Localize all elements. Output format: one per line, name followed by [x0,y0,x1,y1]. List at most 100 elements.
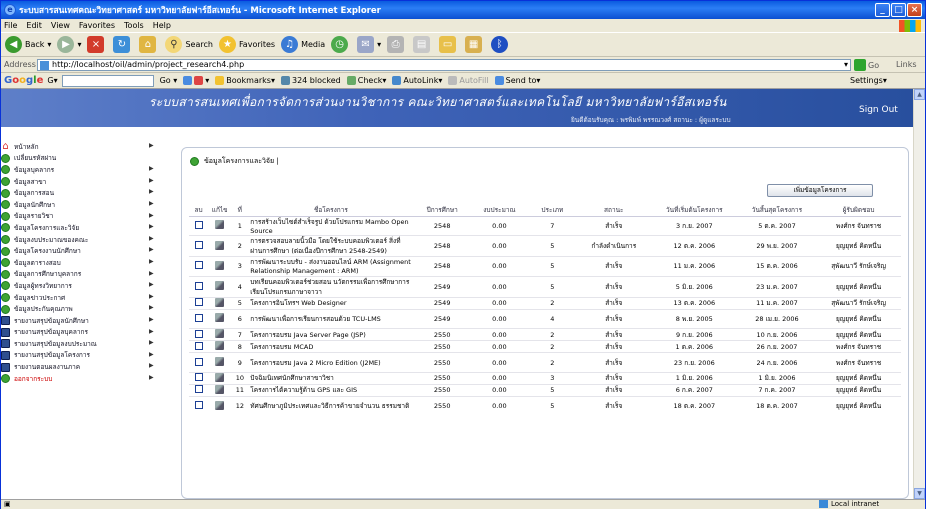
column-header: ที่ [231,205,249,217]
history-button[interactable]: ◷ [331,36,351,53]
sidebar-item[interactable]: ⌂ หน้าหลัก ▶ [1,141,157,153]
edit-pencil-icon[interactable] [215,357,225,367]
edit-pencil-icon[interactable] [215,313,225,323]
sidebar-item[interactable]: ข้อมูลการสอน ▶ [1,187,157,199]
bullet-icon [1,235,10,245]
edit-pencil-icon[interactable] [215,372,225,382]
sidebar-item[interactable]: ข้อมูลผู้ทรงวิทยาการ ▶ [1,280,157,292]
back-button[interactable]: ◀ Back ▾ [5,36,51,53]
sidebar-item-label: เปลี่ยนรหัสผ่าน [14,154,57,163]
menu-item-edit[interactable]: Edit [26,21,42,30]
edit-pencil-icon[interactable] [215,384,225,394]
sidebar-item[interactable]: รายงานสรุปข้อมูลงบประมาณ ▶ [1,338,157,350]
academic-year: 2549 [413,275,471,298]
academic-year: 2550 [413,395,471,416]
forward-button[interactable]: ▶ ▾ [57,36,81,53]
print-button[interactable]: ⎙ [387,36,407,53]
sidebar-item[interactable]: รายงานสรุปข้อมูลบุคลากร ▶ [1,327,157,339]
mail-button[interactable]: ✉ ▾ [357,36,381,53]
sidebar-item[interactable]: ข้อมูลประกันคุณภาพ ▶ [1,303,157,315]
add-project-button[interactable]: เพิ่มข้อมูลโครงการ [767,184,873,197]
delete-checkbox[interactable] [194,220,203,229]
sidebar-item[interactable]: รายงานสรุปข้อมูลนักศึกษา ▶ [1,315,157,327]
vertical-scrollbar[interactable]: ▲ ▼ [913,89,925,499]
menu-item-help[interactable]: Help [153,21,171,30]
sidebar-item[interactable]: เปลี่ยนรหัสผ่าน [1,153,157,165]
bullet-icon [1,304,10,314]
sidebar-item[interactable]: ข้อมูลบุคลากร ▶ [1,164,157,176]
edit-page-icon: ▤ [413,36,431,53]
google-icons[interactable]: ▾ [183,76,209,85]
popup-blocked-button[interactable]: 324 blocked [280,76,341,85]
sidebar-item[interactable]: รายงานสรุปข้อมูลโครงการ ▶ [1,350,157,362]
table-row: 5 โครงการอินโทรฯ Web Designer 2549 0.00 2 สำเ… [189,296,901,310]
close-button[interactable]: × [907,3,922,17]
edit-pencil-icon[interactable] [215,329,225,339]
go-button[interactable]: Go [854,59,879,71]
edit-pencil-icon[interactable] [215,240,225,250]
sidebar-item[interactable]: ข้อมูลตารางสอบ ▶ [1,257,157,269]
google-go-button[interactable]: Go ▾ [160,76,178,85]
delete-checkbox[interactable] [194,261,203,270]
edit-pencil-icon[interactable] [215,260,225,270]
messenger-button[interactable]: ▦ [465,36,485,53]
delete-checkbox[interactable] [194,281,203,290]
sidebar-item[interactable]: ข้อมูลโครงการและวิจัย ▶ [1,222,157,234]
panel-title: ข้อมูลโครงการและวิจัย | [204,157,279,165]
delete-checkbox[interactable] [194,241,203,250]
project-name: ปัจฉิมนิเทศนักศึกษาสาขาวิชา [248,371,414,385]
ie-logo-icon: e [4,4,16,16]
autofill-button[interactable]: AutoFill [448,76,489,85]
bluetooth-button[interactable]: ᛒ [491,36,511,53]
stop-button[interactable]: × [87,36,107,53]
sidebar-item[interactable]: ข้อมูลสาขา ▶ [1,176,157,188]
sign-out-link[interactable]: Sign Out [859,105,898,115]
sidebar-item[interactable]: ข้อมูลรายวิชา ▶ [1,211,157,223]
google-settings-button[interactable]: Settings▾ [850,76,887,85]
delete-checkbox[interactable] [194,298,203,307]
bookmarks-button[interactable]: Bookmarks ▾ [215,76,275,85]
refresh-button[interactable]: ↻ [113,36,133,53]
media-button[interactable]: ♫ Media [281,36,325,53]
delete-checkbox[interactable] [194,373,203,382]
folder-button[interactable]: ▭ [439,36,459,53]
sidebar-item[interactable]: ข้อมูลการศึกษาบุคลากร ▶ [1,269,157,281]
sidebar-item[interactable]: ข้อมูลข่าวประกาศ ▶ [1,292,157,304]
menu-item-view[interactable]: View [51,21,70,30]
edit-pencil-icon[interactable] [215,400,225,410]
menu-item-tools[interactable]: Tools [124,21,144,30]
menu-item-favorites[interactable]: Favorites [79,21,115,30]
column-header: วันที่เริ่มต้นโครงการ [650,205,738,217]
maximize-button[interactable]: □ [891,3,906,17]
address-input[interactable]: http://localhost/oil/admin/project_resea… [37,59,851,71]
delete-checkbox[interactable] [194,401,203,410]
edit-pencil-icon[interactable] [215,281,225,291]
edit-button[interactable]: ▤ [413,36,433,53]
sendto-button[interactable]: Send to ▾ [494,76,540,85]
home-button[interactable]: ⌂ [139,36,159,53]
delete-checkbox[interactable] [194,385,203,394]
sidebar-item[interactable]: ข้อมูลงบประมาณของคณะ ▶ [1,234,157,246]
spell-check-button[interactable]: Check ▾ [346,76,386,85]
delete-checkbox[interactable] [194,329,203,338]
edit-pencil-icon[interactable] [215,297,225,307]
edit-pencil-icon[interactable] [215,220,225,230]
favorites-button[interactable]: ★ Favorites [218,36,275,53]
scroll-down-arrow-icon[interactable]: ▼ [914,488,925,499]
google-search-input[interactable] [61,74,154,87]
menu-item-file[interactable]: File [4,21,17,30]
sidebar-item[interactable]: ข้อมูลนักศึกษา ▶ [1,199,157,211]
bullet-icon [1,177,10,187]
edit-pencil-icon[interactable] [215,341,225,351]
delete-checkbox[interactable] [194,341,203,350]
minimize-button[interactable]: _ [875,3,890,17]
sidebar-item[interactable]: รายงานตอนผลงานภาค ▶ [1,361,157,373]
sidebar-item[interactable]: ข้อมูลโครงงานนักศึกษา ▶ [1,245,157,257]
delete-checkbox[interactable] [194,357,203,366]
sidebar-item[interactable]: ออกจากระบบ ▶ [1,373,157,385]
delete-checkbox[interactable] [194,313,203,322]
scroll-up-arrow-icon[interactable]: ▲ [914,89,925,100]
links-button[interactable]: Links [896,60,917,69]
search-button[interactable]: ⚲ Search [165,36,213,53]
autolink-button[interactable]: AutoLink ▾ [392,76,442,85]
